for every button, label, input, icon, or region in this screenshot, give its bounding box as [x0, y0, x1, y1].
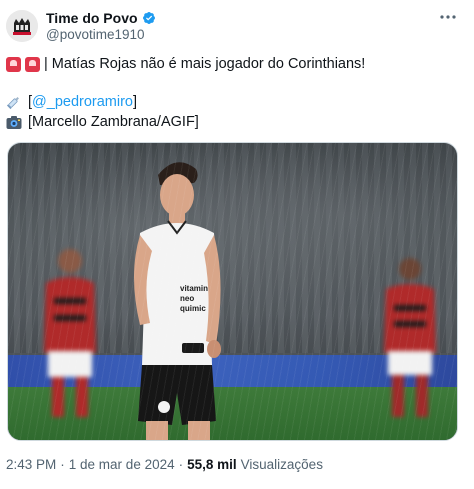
tweet-meta: 2:43 PM · 1 de mar de 2024 · 55,8 mil Vi… [6, 457, 323, 472]
views-count: 55,8 mil [187, 457, 237, 472]
tweet-text-line-1: | Matías Rojas não é mais jogador do Cor… [6, 55, 365, 73]
verified-badge-icon [142, 12, 155, 24]
author-handle[interactable]: @povotime1910 [46, 27, 145, 42]
team-crest-icon [6, 10, 38, 42]
tweet-headline: | Matías Rojas não é mais jogador do Cor… [44, 56, 366, 72]
avatar[interactable] [6, 10, 38, 42]
tweet-photo[interactable]: vitamin neo quimic [7, 142, 458, 441]
police-siren-emoji-icon [6, 56, 21, 72]
views-label: Visualizações [240, 457, 323, 472]
mention-link[interactable]: @_pedroramiro [32, 93, 133, 111]
rain-overlay [8, 143, 457, 440]
more-options-button[interactable] [438, 10, 458, 24]
tweet-card[interactable]: Time do Povo @povotime1910 | Matías Roja… [0, 0, 474, 489]
tweet-time[interactable]: 2:43 PM [6, 457, 56, 472]
author-display-name[interactable]: Time do Povo [46, 10, 138, 26]
police-siren-emoji-icon [25, 56, 40, 72]
meta-separator: · [60, 457, 65, 472]
syringe-emoji-icon [6, 97, 19, 110]
tweet-text-line-3: [Marcello Zambrana/AGIF] [6, 113, 199, 131]
credit-bracket-close: ] [133, 94, 138, 110]
camera-emoji-icon [6, 115, 22, 129]
tweet-date[interactable]: 1 de mar de 2024 [69, 457, 175, 472]
author-name-row[interactable]: Time do Povo [46, 10, 156, 26]
ellipsis-icon [440, 15, 456, 19]
meta-separator: · [178, 457, 184, 472]
tweet-text-line-2: [ @_pedroramiro ] [6, 93, 137, 111]
photo-credit: [Marcello Zambrana/AGIF] [28, 114, 199, 130]
